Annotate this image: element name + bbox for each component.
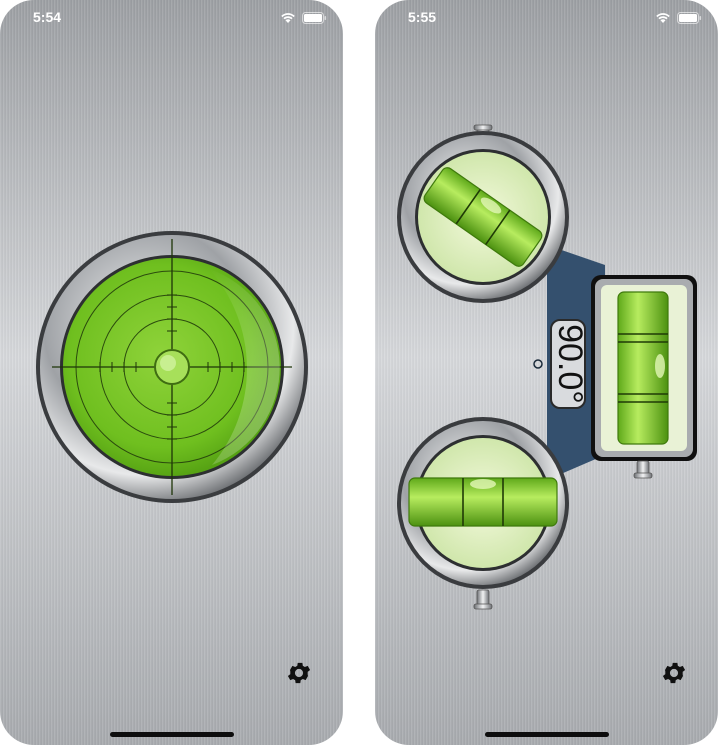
bullseye-level <box>36 231 308 503</box>
status-icons <box>655 12 702 24</box>
vertical-vial <box>591 275 697 461</box>
screen-multi-level: 5:55 90.0° <box>375 0 718 745</box>
battery-icon <box>302 12 327 24</box>
calibrate-dot[interactable] <box>533 359 543 369</box>
status-time: 5:54 <box>33 9 62 25</box>
status-icons <box>280 12 327 24</box>
multi-level-assembly: 90.0° <box>397 124 697 610</box>
home-indicator[interactable] <box>484 732 609 737</box>
home-indicator[interactable] <box>109 732 234 737</box>
gear-icon[interactable] <box>285 659 313 687</box>
top-circular-vial <box>397 131 569 303</box>
angle-readout: 90.0° <box>550 319 589 409</box>
bottom-circular-vial <box>397 417 569 589</box>
wifi-icon <box>281 13 295 23</box>
battery-icon <box>677 12 702 24</box>
wifi-icon <box>656 13 670 23</box>
status-time: 5:55 <box>408 9 437 25</box>
angle-readout-value: 90.0° <box>551 324 589 404</box>
screen-bullseye-level: 5:54 <box>0 0 343 745</box>
gear-icon[interactable] <box>660 659 688 687</box>
